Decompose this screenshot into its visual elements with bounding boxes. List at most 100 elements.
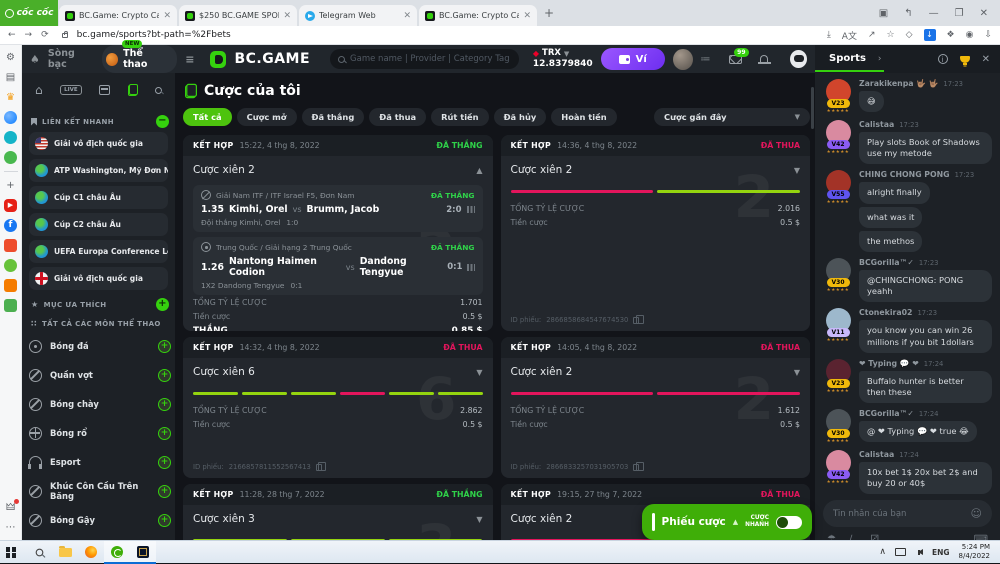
info-icon[interactable]: i (938, 54, 948, 64)
sports-pill[interactable]: Thể thao NEW (102, 45, 177, 73)
store-icon[interactable] (4, 299, 17, 312)
sidebar-item-football[interactable]: Bóng đá+ (29, 335, 168, 357)
add-shortcut-icon[interactable]: + (4, 179, 17, 192)
user-menu-icon[interactable]: ≔ (701, 54, 711, 65)
taskbar-search-icon[interactable] (26, 541, 52, 564)
chat-close-icon[interactable]: ✕ (982, 54, 990, 65)
game-search[interactable] (330, 49, 519, 69)
schedule-icon[interactable] (99, 85, 110, 95)
games-icon[interactable] (4, 151, 17, 164)
filter-open[interactable]: Cược mở (237, 108, 297, 126)
expand-icon[interactable]: ▼ (476, 515, 482, 524)
expand-icon[interactable]: + (158, 369, 171, 382)
collapse-icon[interactable]: ▲ (476, 166, 482, 175)
expand-icon[interactable]: ▼ (476, 368, 482, 377)
expand-icon[interactable]: + (158, 398, 171, 411)
filter-all[interactable]: Tất cả (183, 108, 232, 126)
zalo-icon[interactable] (4, 131, 17, 144)
expand-icon[interactable]: + (158, 456, 171, 469)
downloads-tray-icon[interactable]: ⇩ (984, 30, 992, 40)
trophy-icon[interactable] (960, 56, 970, 63)
save-page-icon[interactable]: ⤓ (827, 30, 831, 40)
browser-tab[interactable]: BC.Game: Crypto Casino Ga✕ (419, 5, 537, 26)
filter-cashout[interactable]: Rút tiền (431, 108, 489, 126)
filter-won[interactable]: Đã thắng (302, 108, 365, 126)
more-icon[interactable]: ⋯ (4, 521, 17, 534)
filter-canceled[interactable]: Đã hủy (494, 108, 547, 126)
forward-icon[interactable]: → (25, 30, 33, 40)
quick-link-item[interactable]: Cúp C2 châu Âu (29, 213, 168, 236)
tab-close-icon[interactable]: ✕ (403, 11, 411, 21)
close-button[interactable]: ✕ (980, 8, 988, 19)
casino-link[interactable]: Sòng bạc (48, 48, 94, 70)
bet-type-row[interactable]: Cược xiên 2▼ (511, 364, 801, 382)
youtube-icon[interactable]: ▶ (4, 199, 17, 212)
quick-link-item[interactable]: Giải vô địch quốc gia (29, 132, 168, 155)
tab-close-icon[interactable]: ✕ (163, 11, 171, 21)
tab-close-icon[interactable]: ✕ (523, 11, 531, 21)
bcgame-logo-text[interactable]: BC.GAME (234, 51, 310, 67)
bet-type-row[interactable]: Cược xiên 2▲ (193, 162, 483, 180)
inbox-button[interactable]: 99 (729, 55, 742, 64)
expand-icon[interactable]: ▼ (794, 368, 800, 377)
facebook-icon[interactable]: f (4, 219, 17, 232)
chat-tab-sports[interactable]: Sports (825, 46, 870, 72)
sidebar-item-cricket[interactable]: Bóng Gậy+ (29, 509, 168, 531)
download-button[interactable]: ↓ (924, 29, 936, 41)
quick-link-item[interactable]: Giải vô địch quốc gia (29, 267, 168, 290)
extensions-icon[interactable]: ❖ (947, 30, 955, 40)
adblock-shield-icon[interactable]: ◇ (906, 30, 913, 40)
copy-icon[interactable] (633, 317, 639, 324)
my-bets-icon[interactable] (128, 84, 138, 96)
pingpong-icon[interactable] (4, 259, 17, 272)
translate-icon[interactable]: A文 (842, 29, 857, 42)
notification-bell-icon[interactable]: 🜲 (4, 501, 17, 514)
expand-icon[interactable]: + (158, 340, 171, 353)
bcgame-logo-icon[interactable] (210, 51, 226, 68)
currency-selector[interactable]: ◆TRX▼ 12.8379840 (533, 49, 593, 69)
quick-link-item[interactable]: UEFA Europa Conference League (29, 240, 168, 263)
browser-tab[interactable]: $250 BC.GAME SPORTS PARL✕ (179, 5, 297, 26)
stats-icon[interactable] (467, 206, 475, 213)
chat-input-box[interactable]: ☺ (823, 500, 992, 527)
firefox-icon[interactable] (78, 541, 104, 564)
sidebar-search-icon[interactable] (155, 87, 162, 94)
file-explorer-icon[interactable] (52, 541, 78, 564)
volume-icon[interactable] (915, 549, 923, 555)
collapse-quick-links-button[interactable]: − (156, 115, 169, 128)
back-icon[interactable]: ← (8, 30, 16, 40)
quick-link-item[interactable]: ATP Washington, Mỹ Đơn Nam (29, 159, 168, 182)
wallet-button[interactable]: Ví (601, 48, 665, 70)
stats-icon[interactable] (467, 264, 474, 271)
crown-icon[interactable]: ♛ (4, 91, 17, 104)
league-client-icon[interactable] (130, 541, 156, 564)
url-input[interactable] (77, 30, 317, 40)
snapshot-icon[interactable]: ▣ (879, 8, 888, 19)
expand-icon[interactable]: ▼ (794, 166, 800, 175)
bookmark-star-icon[interactable]: ☆ (887, 30, 895, 40)
expand-icon[interactable]: + (158, 427, 171, 440)
language-indicator[interactable]: ENG (932, 548, 950, 557)
betslip-button[interactable]: Phiếu cược ▲ CƯỢC NHANH (642, 504, 812, 540)
bet-type-row[interactable]: Cược xiên 6▼ (193, 364, 483, 382)
search-input[interactable] (350, 54, 511, 64)
newsfeed-icon[interactable]: ▤ (4, 71, 17, 84)
sidebar-item-icehockey[interactable]: Khúc Côn Cầu Trên Băng+ (29, 480, 168, 502)
copy-icon[interactable] (633, 464, 639, 471)
notifications-bell-icon[interactable] (760, 55, 769, 64)
messenger-icon[interactable] (4, 111, 17, 124)
chevron-right-icon[interactable]: › (878, 54, 882, 64)
reload-icon[interactable]: ⟳ (41, 30, 49, 40)
live-icon[interactable]: LIVE (60, 85, 82, 95)
emoji-icon[interactable]: ☺ (971, 507, 982, 520)
new-tab-button[interactable]: + (544, 6, 554, 20)
quick-bet-toggle[interactable] (776, 516, 802, 529)
copy-icon[interactable] (316, 464, 322, 471)
scrollbar[interactable] (811, 87, 814, 129)
chat-input[interactable] (833, 509, 971, 519)
sidebar-item-esport[interactable]: Esport+ (29, 451, 168, 473)
start-button[interactable] (0, 541, 26, 564)
chat-toggle-icon[interactable] (790, 50, 807, 68)
sidebar-item-baseball[interactable]: Bóng chày+ (29, 393, 168, 415)
filter-lost[interactable]: Đã thua (369, 108, 426, 126)
